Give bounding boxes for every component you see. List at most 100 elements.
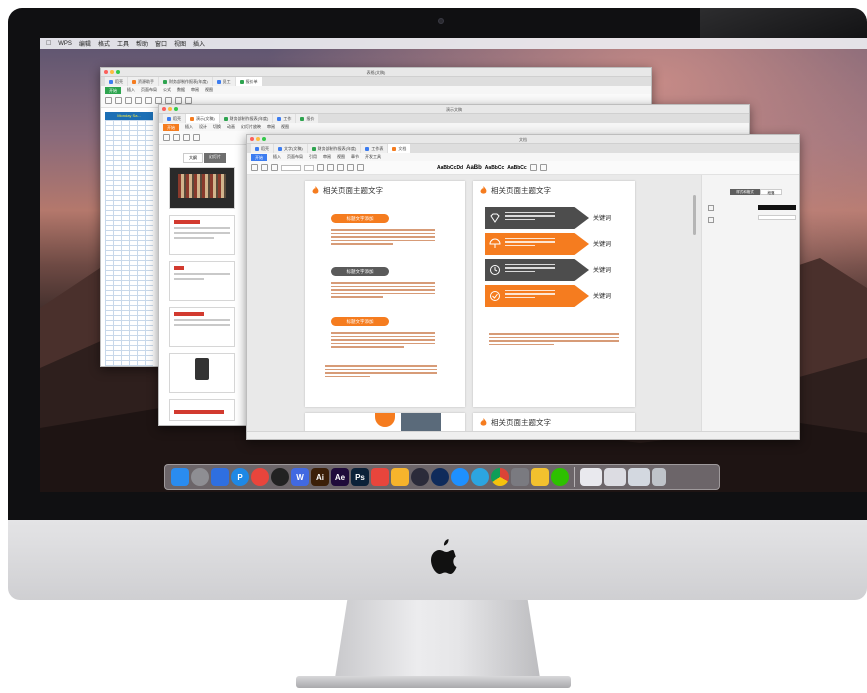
sheet-grid[interactable]: [105, 120, 153, 366]
text-format-icon[interactable]: [708, 205, 714, 211]
menu-item-window[interactable]: 窗口: [155, 39, 167, 48]
quicktime-icon[interactable]: [411, 468, 429, 486]
minimize-button[interactable]: [110, 70, 114, 74]
ribbon-tab-view[interactable]: 视图: [281, 124, 289, 130]
window-preview-icon[interactable]: [628, 468, 650, 486]
style-heading-1[interactable]: AaBb: [466, 165, 482, 171]
tab-writer[interactable]: 文字(文稿): [274, 144, 307, 153]
video-icon[interactable]: [431, 468, 449, 486]
illustrator-icon[interactable]: Ai: [311, 468, 329, 486]
ribbon-tab-layout[interactable]: 页面布局: [141, 87, 157, 93]
zoom-button[interactable]: [262, 137, 266, 141]
slide-thumbnail[interactable]: [169, 261, 235, 301]
document-titlebar[interactable]: 文档: [247, 135, 799, 144]
qq-icon[interactable]: [271, 468, 289, 486]
vertical-scrollbar[interactable]: [693, 195, 696, 235]
tab-finance-report[interactable]: 财务部制作报表(年度): [219, 114, 273, 123]
ribbon-tab-review[interactable]: 审阅: [267, 124, 275, 130]
apple-menu-icon[interactable]: : [46, 40, 51, 47]
screenshot-stack-icon[interactable]: [604, 468, 626, 486]
font-size-select[interactable]: [304, 164, 314, 171]
cut-icon[interactable]: [115, 97, 122, 104]
safari-icon[interactable]: [451, 468, 469, 486]
ribbon-tab-references[interactable]: 引用: [309, 154, 317, 160]
close-button[interactable]: [104, 70, 108, 74]
spreadsheet-titlebar[interactable]: 表格(文稿): [101, 68, 651, 77]
tab-quote[interactable]: 报价单: [235, 77, 262, 86]
bold-icon[interactable]: [145, 97, 152, 104]
select-icon[interactable]: [539, 164, 547, 171]
paragraph-format-icon[interactable]: [708, 217, 714, 223]
zoom-button[interactable]: [116, 70, 120, 74]
size-field[interactable]: [758, 215, 796, 220]
panel-tab-slides[interactable]: 幻灯片: [204, 153, 226, 163]
merge-icon[interactable]: [155, 97, 162, 104]
tab-docer[interactable]: 稻壳: [163, 114, 185, 123]
menu-item-wps[interactable]: WPS: [58, 41, 72, 47]
tab-staff[interactable]: 员工: [212, 77, 235, 86]
photoshop-icon[interactable]: Ps: [351, 468, 369, 486]
p-app-icon[interactable]: P: [231, 468, 249, 486]
minimize-button[interactable]: [256, 137, 260, 141]
bold-icon[interactable]: [317, 164, 324, 171]
ribbon-tab-developer[interactable]: 开发工具: [365, 154, 381, 160]
wechat-icon[interactable]: [551, 468, 569, 486]
tab-work[interactable]: 工作: [273, 114, 296, 123]
chrome-icon[interactable]: [491, 468, 509, 486]
slide-thumbnail[interactable]: [169, 167, 235, 209]
text-box-icon[interactable]: [193, 134, 200, 141]
sheet-header-cell[interactable]: Monday Sa...: [105, 112, 153, 120]
slide-thumbnail[interactable]: [169, 215, 235, 255]
tab-resources[interactable]: 资源助手: [128, 77, 158, 86]
after-effects-icon[interactable]: Ae: [331, 468, 349, 486]
ribbon-tab-review[interactable]: 审阅: [191, 87, 199, 93]
menu-item-view[interactable]: 视图: [174, 39, 186, 48]
style-heading-2[interactable]: AaBbCc: [485, 165, 504, 171]
ribbon-tab-review[interactable]: 审阅: [323, 154, 331, 160]
system-preferences-icon[interactable]: [511, 468, 529, 486]
menu-item-format[interactable]: 格式: [98, 39, 110, 48]
sketch-icon[interactable]: [391, 468, 409, 486]
font-name-select[interactable]: [281, 164, 301, 171]
side-tab-paragraph[interactable]: 段落: [760, 189, 782, 195]
ribbon-tab-view[interactable]: 视图: [337, 154, 345, 160]
slide-thumbnail[interactable]: [169, 353, 235, 393]
tab-worksheet[interactable]: 工作表: [361, 144, 388, 153]
italic-icon[interactable]: [327, 164, 334, 171]
cut-icon[interactable]: [261, 164, 268, 171]
notes-app-icon[interactable]: [531, 468, 549, 486]
close-button[interactable]: [162, 107, 166, 111]
ribbon-tab-insert[interactable]: 插入: [185, 124, 193, 130]
panel-tab-outline[interactable]: 大纲: [183, 153, 203, 163]
presentation-titlebar[interactable]: 演示文稿: [159, 105, 749, 114]
side-tab-styles[interactable]: 样式和格式: [730, 189, 760, 195]
weibo-icon[interactable]: [251, 468, 269, 486]
telegram-icon[interactable]: [471, 468, 489, 486]
filter-icon[interactable]: [175, 97, 182, 104]
style-heading-3[interactable]: AaBbCc: [507, 165, 526, 171]
zoom-button[interactable]: [174, 107, 178, 111]
paste-icon[interactable]: [251, 164, 258, 171]
copy-icon[interactable]: [125, 97, 132, 104]
underline-icon[interactable]: [337, 164, 344, 171]
ribbon-tab-data[interactable]: 数据: [177, 87, 185, 93]
baidu-netdisk-icon[interactable]: [211, 468, 229, 486]
trash-icon[interactable]: [652, 468, 666, 486]
ribbon-tab-insert[interactable]: 插入: [127, 87, 135, 93]
ribbon-tab-transition[interactable]: 切换: [213, 124, 221, 130]
menu-item-insert[interactable]: 插入: [193, 39, 205, 48]
ribbon-tab-layout[interactable]: 页面布局: [287, 154, 303, 160]
ribbon-tab-home[interactable]: 开始: [105, 86, 121, 94]
tab-presentation[interactable]: 演示(文稿): [186, 114, 219, 123]
ribbon-tab-animation[interactable]: 动画: [227, 124, 235, 130]
ribbon-tab-slideshow[interactable]: 幻灯片放映: [241, 124, 261, 130]
sort-icon[interactable]: [185, 97, 192, 104]
wps-icon[interactable]: W: [291, 468, 309, 486]
minimize-button[interactable]: [168, 107, 172, 111]
ribbon-tab-home[interactable]: 开始: [251, 153, 267, 161]
menu-item-help[interactable]: 帮助: [136, 39, 148, 48]
paste-icon[interactable]: [163, 134, 170, 141]
menu-item-tools[interactable]: 工具: [117, 39, 129, 48]
downloads-stack-icon[interactable]: [580, 468, 602, 486]
align-icon[interactable]: [347, 164, 354, 171]
